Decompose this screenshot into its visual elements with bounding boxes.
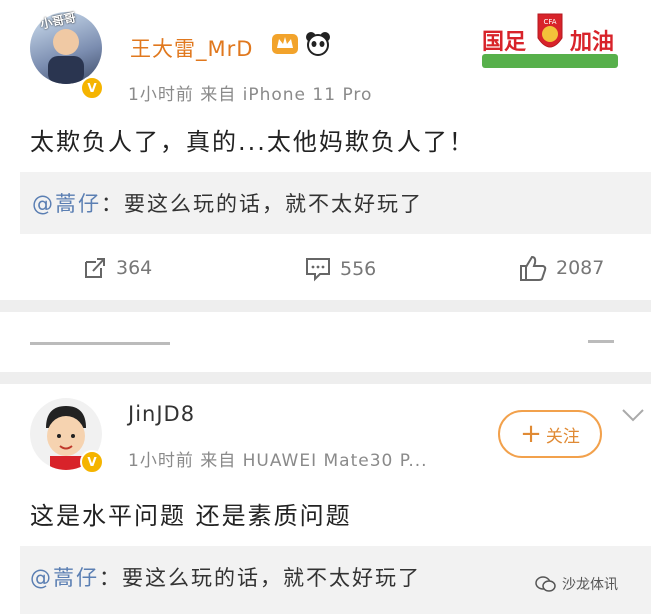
post-content: 这是水平问题 还是素质问题	[30, 502, 352, 530]
repost-count: 364	[116, 257, 153, 279]
post-content: 太欺负人了，真的...太他妈欺负人了！	[30, 128, 475, 156]
follow-label: 关注	[545, 426, 580, 447]
repost-text: ：要这么玩的话，就不太好玩了	[101, 192, 423, 216]
verified-badge-icon: V	[80, 76, 104, 100]
panda-icon	[304, 30, 332, 60]
wechat-icon	[535, 576, 556, 592]
watermark-text: 沙龙体讯	[562, 577, 618, 593]
banner-left-text: 国足	[482, 30, 527, 55]
mention-link[interactable]: @蒿仔	[30, 566, 99, 590]
repost-line: @蒿仔：要这么玩的话，就不太好玩了	[30, 562, 421, 592]
football-crest-icon: CFA	[534, 12, 566, 60]
post-meta: 1小时前 来自 iPhone 11 Pro	[128, 85, 373, 105]
chevron-down-icon[interactable]	[620, 406, 646, 428]
repost-text: ：要这么玩的话，就不太好玩了	[99, 566, 421, 590]
comment-icon	[306, 258, 330, 282]
username[interactable]: 王大雷_MrD	[130, 33, 253, 63]
follow-button[interactable]: + 关注	[498, 410, 602, 458]
repost-box[interactable]: @蒿仔：要这么玩的话，就不太好玩了 沙龙体讯	[20, 546, 651, 614]
post-meta: 1小时前 来自 HUAWEI Mate30 P...	[128, 451, 428, 471]
mention-link[interactable]: @蒿仔	[32, 192, 101, 216]
banner-right-text: 加油	[570, 30, 615, 55]
like-button[interactable]: 2087	[518, 254, 604, 282]
truncated-row	[30, 336, 630, 350]
repost-box[interactable]: @蒿仔：要这么玩的话，就不太好玩了	[20, 172, 651, 234]
verified-badge-icon: V	[80, 450, 104, 474]
watermark: 沙龙体讯	[535, 574, 618, 594]
repost-icon	[85, 258, 105, 278]
feed-divider-2	[0, 372, 651, 384]
comment-button[interactable]: 556	[304, 256, 376, 282]
comment-count: 556	[340, 258, 377, 280]
thumbs-up-icon	[520, 255, 547, 281]
username[interactable]: JinJD8	[128, 402, 195, 426]
repost-button[interactable]: 364	[82, 256, 152, 280]
plus-icon: +	[520, 419, 542, 449]
like-count: 2087	[556, 257, 605, 279]
svg-text:CFA: CFA	[543, 18, 556, 26]
team-banner: 国足 CFA 加油	[478, 12, 622, 70]
vip-crown-icon	[270, 30, 300, 60]
repost-line: @蒿仔：要这么玩的话，就不太好玩了	[32, 188, 423, 218]
feed-divider	[0, 300, 651, 312]
